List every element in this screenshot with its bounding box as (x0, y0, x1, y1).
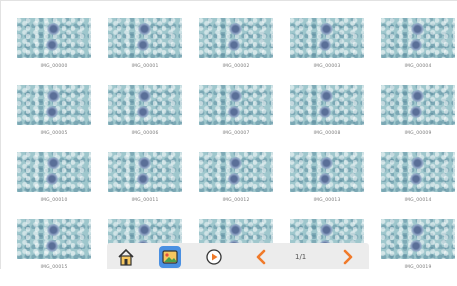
thumbnail-tile[interactable]: IMG_00019 (381, 219, 455, 286)
thumbnail-tile[interactable]: IMG_00011 (108, 152, 182, 219)
thumbnail-image[interactable] (290, 18, 364, 58)
thumbnail-image[interactable] (381, 85, 455, 125)
thumbnail-label: IMG_00013 (313, 198, 341, 203)
thumbnail-tile[interactable]: IMG_00002 (199, 18, 273, 85)
prev-page-button[interactable] (250, 246, 272, 268)
thumbnail-tile[interactable]: IMG_00007 (199, 85, 273, 152)
thumbnail-image[interactable] (108, 18, 182, 58)
thumbnail-tile[interactable]: IMG_00004 (381, 18, 455, 85)
thumbnail-label: IMG_00001 (131, 64, 159, 69)
thumbnail-image[interactable] (199, 18, 273, 58)
play-icon (206, 249, 222, 265)
thumbnail-label: IMG_00003 (313, 64, 341, 69)
thumbnail-label: IMG_00004 (404, 64, 432, 69)
thumbnail-label: IMG_00010 (40, 198, 68, 203)
thumbnail-label: IMG_00009 (404, 131, 432, 136)
thumbnail-label: IMG_00019 (404, 265, 432, 270)
thumbnail-tile[interactable]: IMG_00005 (17, 85, 91, 152)
thumbnail-image[interactable] (290, 85, 364, 125)
slideshow-button[interactable] (203, 246, 225, 268)
thumbnail-image[interactable] (381, 219, 455, 259)
bottom-toolbar: 1/1 (107, 243, 369, 269)
thumbnail-tile[interactable]: IMG_00015 (17, 219, 91, 286)
thumbnail-tile[interactable]: IMG_00010 (17, 152, 91, 219)
thumbnail-image[interactable] (381, 152, 455, 192)
thumbnail-tile[interactable]: IMG_00008 (290, 85, 364, 152)
thumbnail-image[interactable] (17, 85, 91, 125)
thumbnail-tile[interactable]: IMG_00013 (290, 152, 364, 219)
thumbnail-image[interactable] (17, 18, 91, 58)
thumbnail-label: IMG_00005 (40, 131, 68, 136)
thumbnail-image[interactable] (381, 18, 455, 58)
thumbnail-image[interactable] (17, 152, 91, 192)
thumbnail-image[interactable] (199, 152, 273, 192)
thumbnail-label: IMG_00015 (40, 265, 68, 270)
thumbnail-label: IMG_00012 (222, 198, 250, 203)
thumbnail-image[interactable] (108, 152, 182, 192)
page-indicator: 1/1 (295, 253, 307, 261)
home-icon (118, 248, 134, 266)
thumbnail-tile[interactable]: IMG_00009 (381, 85, 455, 152)
thumbnail-label: IMG_00008 (313, 131, 341, 136)
home-button[interactable] (115, 246, 137, 268)
thumbnail-tile[interactable]: IMG_00006 (108, 85, 182, 152)
thumbnail-label: IMG_00000 (40, 64, 68, 69)
thumbnail-image[interactable] (108, 85, 182, 125)
thumbnail-image[interactable] (17, 219, 91, 259)
thumbnail-tile[interactable]: IMG_00000 (17, 18, 91, 85)
thumbnail-tile[interactable]: IMG_00003 (290, 18, 364, 85)
gallery-button[interactable] (159, 246, 181, 268)
thumbnail-label: IMG_00014 (404, 198, 432, 203)
chevron-right-icon (343, 249, 353, 265)
thumbnail-label: IMG_00006 (131, 131, 159, 136)
thumbnail-label: IMG_00007 (222, 131, 250, 136)
thumbnail-label: IMG_00011 (131, 198, 159, 203)
chevron-left-icon (256, 249, 266, 265)
gallery-icon (162, 250, 178, 264)
thumbnail-image[interactable] (290, 152, 364, 192)
next-page-button[interactable] (337, 246, 359, 268)
thumbnail-tile[interactable]: IMG_00012 (199, 152, 273, 219)
thumbnail-tile[interactable]: IMG_00001 (108, 18, 182, 85)
thumbnail-label: IMG_00002 (222, 64, 250, 69)
thumbnail-image[interactable] (199, 85, 273, 125)
thumbnail-tile[interactable]: IMG_00014 (381, 152, 455, 219)
